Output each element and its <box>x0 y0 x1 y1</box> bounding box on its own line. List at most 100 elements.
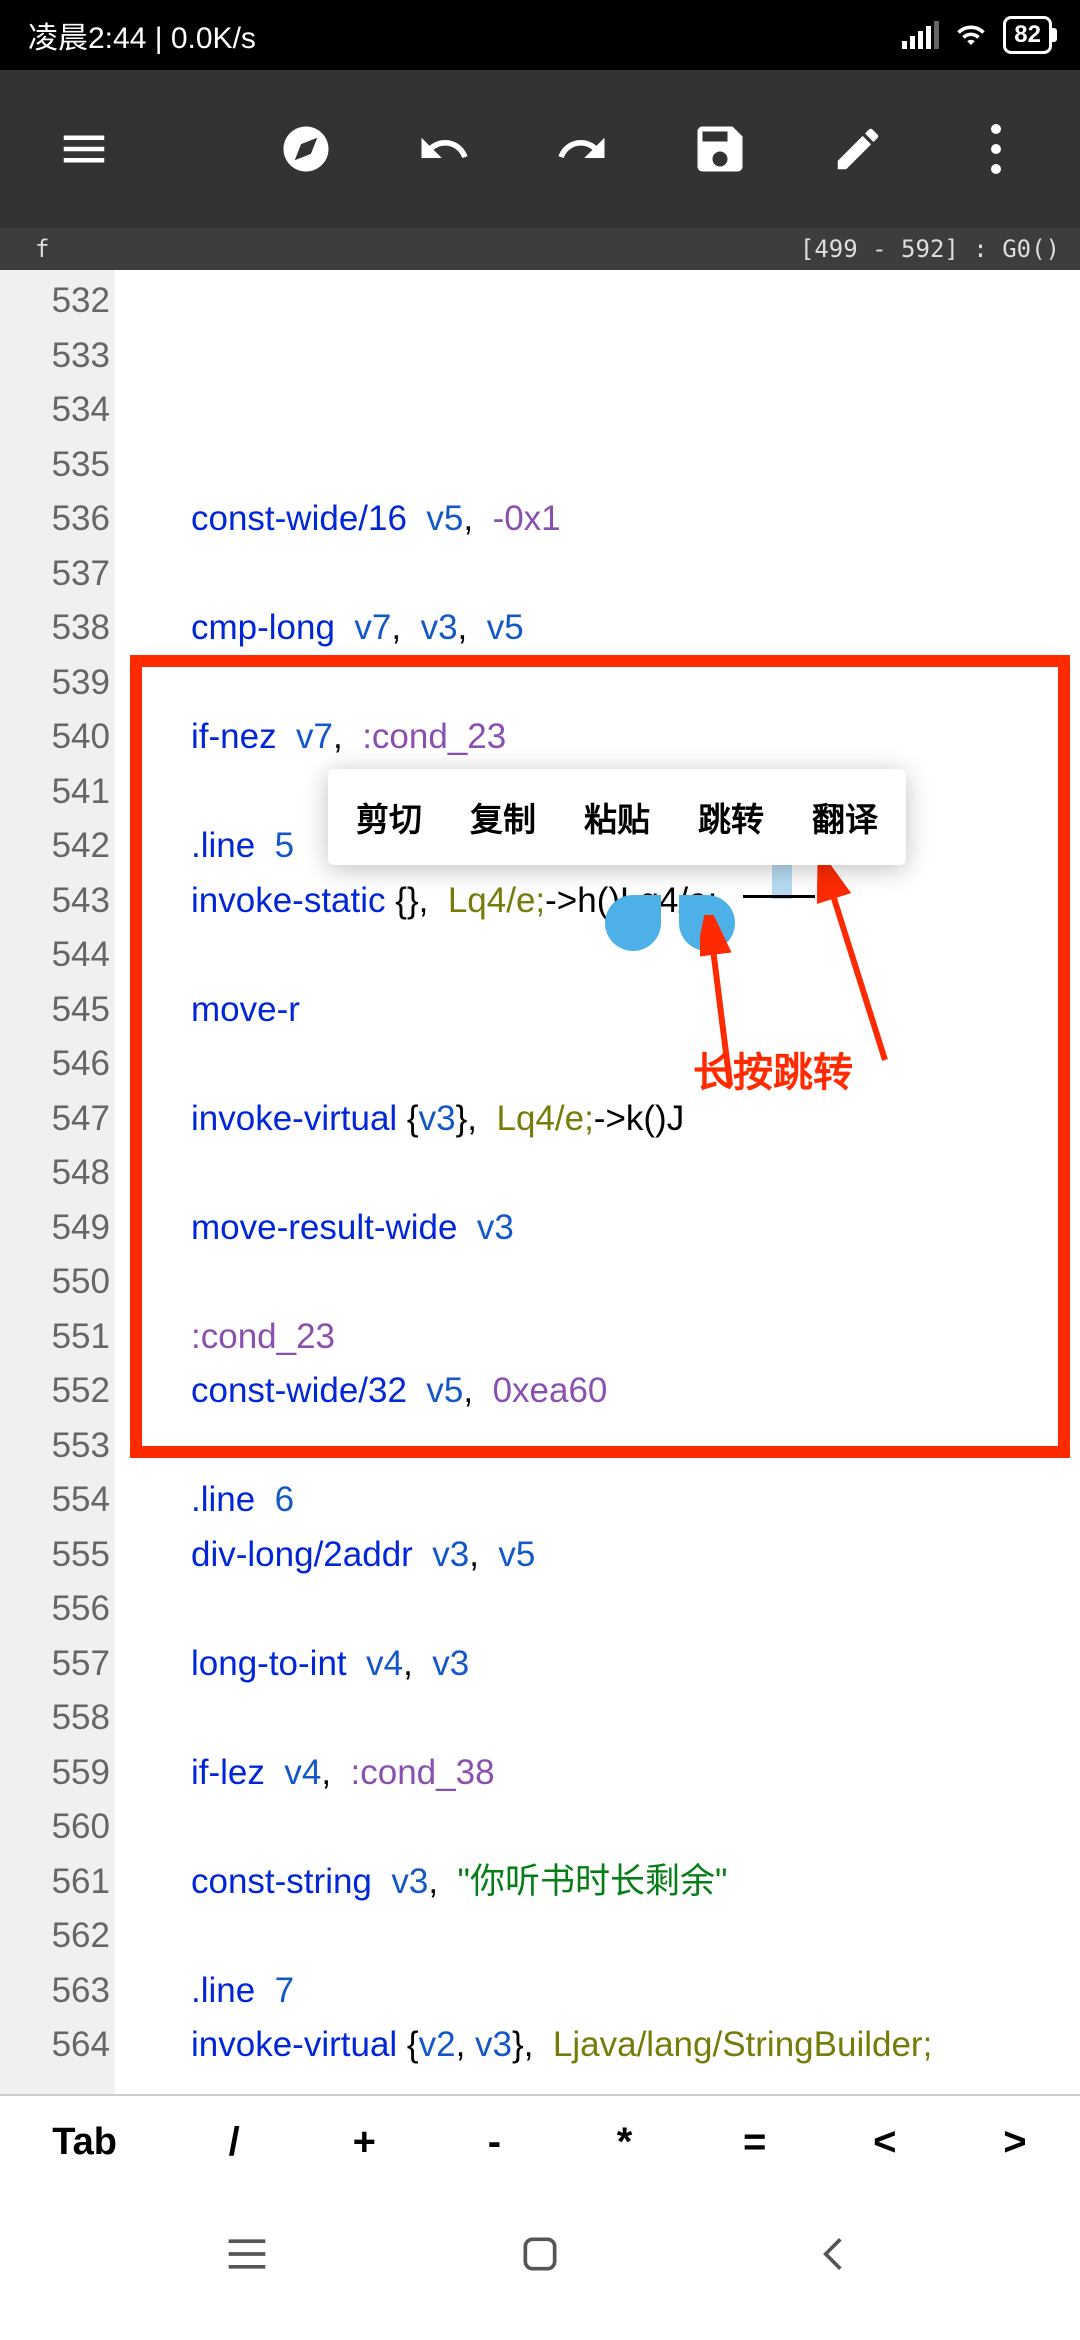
system-nav-bar <box>0 2188 1080 2340</box>
line-number: 533 <box>0 329 110 384</box>
code-line[interactable]: if-nez v7, :cond_23 <box>121 710 1080 765</box>
code-line[interactable]: const-wide/16 v5, -0x1 <box>121 492 1080 547</box>
code-line[interactable]: invoke-virtual {v3}, Lq4/e;->k()J <box>121 1092 1080 1147</box>
line-number: 557 <box>0 1637 110 1692</box>
code-line[interactable] <box>121 1037 1080 1092</box>
line-number: 550 <box>0 1255 110 1310</box>
code-editor[interactable]: 5325335345355365375385395405415425435445… <box>0 270 1080 2094</box>
line-number: 552 <box>0 1364 110 1419</box>
code-line[interactable]: cmp-long v7, v3, v5 <box>121 601 1080 656</box>
line-number: 562 <box>0 1909 110 1964</box>
line-number: 547 <box>0 1092 110 1147</box>
symbol-key-<[interactable]: < <box>820 2120 950 2165</box>
position-indicator: [499 - 592] : G0() <box>800 235 1060 263</box>
overflow-menu-button[interactable] <box>954 107 1038 191</box>
line-number: 542 <box>0 819 110 874</box>
line-gutter: 5325335345355365375385395405415425435445… <box>0 270 115 2094</box>
selection-underline <box>743 895 815 898</box>
line-number: 551 <box>0 1310 110 1365</box>
battery-icon: 82 <box>1003 16 1052 54</box>
undo-button[interactable] <box>402 107 486 191</box>
code-line[interactable]: move-r <box>121 983 1080 1038</box>
line-number: 555 <box>0 1528 110 1583</box>
line-number: 554 <box>0 1473 110 1528</box>
home-button[interactable] <box>500 2224 580 2284</box>
file-indicator: f <box>35 235 49 263</box>
symbol-key--[interactable]: - <box>429 2120 559 2165</box>
redo-button[interactable] <box>540 107 624 191</box>
menu-button[interactable] <box>42 107 126 191</box>
line-number: 549 <box>0 1201 110 1256</box>
code-line[interactable]: if-lez v4, :cond_38 <box>121 1746 1080 1801</box>
save-button[interactable] <box>678 107 762 191</box>
context-menu-item-4[interactable]: 翻译 <box>812 793 878 841</box>
code-line[interactable] <box>121 928 1080 983</box>
wifi-icon <box>953 20 989 50</box>
line-number: 553 <box>0 1419 110 1474</box>
symbol-key-/[interactable]: / <box>169 2120 299 2165</box>
symbol-key-*[interactable]: * <box>560 2120 690 2165</box>
context-menu-item-3[interactable]: 跳转 <box>698 793 764 841</box>
status-indicators: 82 <box>902 16 1052 54</box>
code-line[interactable] <box>121 1419 1080 1474</box>
line-number: 558 <box>0 1691 110 1746</box>
edit-button[interactable] <box>816 107 900 191</box>
line-number: 546 <box>0 1037 110 1092</box>
code-line[interactable]: long-to-int v4, v3 <box>121 1637 1080 1692</box>
code-line[interactable] <box>121 1255 1080 1310</box>
symbol-key-tab[interactable]: Tab <box>0 2121 169 2164</box>
code-line[interactable]: const-string v3, "你听书时长剩余" <box>121 1855 1080 1910</box>
code-line[interactable]: .line 6 <box>121 1473 1080 1528</box>
code-line[interactable] <box>121 1909 1080 1964</box>
context-menu: 剪切复制粘贴跳转翻译 <box>328 769 906 865</box>
code-line[interactable] <box>121 1582 1080 1637</box>
context-menu-item-0[interactable]: 剪切 <box>356 793 422 841</box>
code-line[interactable] <box>121 1800 1080 1855</box>
code-line[interactable]: move-result-wide v3 <box>121 1201 1080 1256</box>
context-menu-item-1[interactable]: 复制 <box>470 793 536 841</box>
line-number: 540 <box>0 710 110 765</box>
symbol-keyboard-bar: Tab/+-*=<> <box>0 2094 1080 2188</box>
back-button[interactable] <box>793 2224 873 2284</box>
line-number: 561 <box>0 1855 110 1910</box>
symbol-key-+[interactable]: + <box>299 2120 429 2165</box>
symbol-key->[interactable]: > <box>950 2120 1080 2165</box>
code-line[interactable] <box>121 1146 1080 1201</box>
line-number: 539 <box>0 656 110 711</box>
line-number: 543 <box>0 874 110 929</box>
code-line[interactable]: .line 7 <box>121 1964 1080 2019</box>
code-line[interactable]: div-long/2addr v3, v5 <box>121 1528 1080 1583</box>
code-line[interactable]: invoke-virtual {v2, v3}, Ljava/lang/Stri… <box>121 2018 1080 2073</box>
line-number: 559 <box>0 1746 110 1801</box>
symbol-key-=[interactable]: = <box>690 2120 820 2165</box>
text-selection <box>772 859 792 899</box>
code-line[interactable] <box>121 2073 1080 2095</box>
app-toolbar <box>0 70 1080 228</box>
code-area[interactable]: const-wide/16 v5, -0x1 cmp-long v7, v3, v… <box>115 270 1080 2094</box>
code-line[interactable]: const-wide/32 v5, 0xea60 <box>121 1364 1080 1419</box>
line-number: 563 <box>0 1964 110 2019</box>
line-number: 538 <box>0 601 110 656</box>
line-number: 548 <box>0 1146 110 1201</box>
status-time: 凌晨2:44 | 0.0K/s <box>28 13 256 57</box>
status-bar: 凌晨2:44 | 0.0K/s 82 <box>0 0 1080 70</box>
line-number: 556 <box>0 1582 110 1637</box>
code-line[interactable] <box>121 656 1080 711</box>
context-menu-item-2[interactable]: 粘贴 <box>584 793 650 841</box>
recents-button[interactable] <box>207 2224 287 2284</box>
line-number: 534 <box>0 383 110 438</box>
line-number: 535 <box>0 438 110 493</box>
editor-status-bar: f [499 - 592] : G0() <box>0 228 1080 270</box>
line-number: 564 <box>0 2018 110 2073</box>
line-number: 560 <box>0 1800 110 1855</box>
code-line[interactable] <box>121 547 1080 602</box>
line-number: 536 <box>0 492 110 547</box>
line-number: 545 <box>0 983 110 1038</box>
code-line[interactable]: :cond_23 <box>121 1310 1080 1365</box>
code-line[interactable] <box>121 1691 1080 1746</box>
explore-button[interactable] <box>264 107 348 191</box>
line-number: 544 <box>0 928 110 983</box>
line-number: 541 <box>0 765 110 820</box>
code-line[interactable]: invoke-static {}, Lq4/e;->h()Lq4/e; <box>121 874 1080 929</box>
annotation-label: 长按跳转 <box>693 1040 853 1098</box>
